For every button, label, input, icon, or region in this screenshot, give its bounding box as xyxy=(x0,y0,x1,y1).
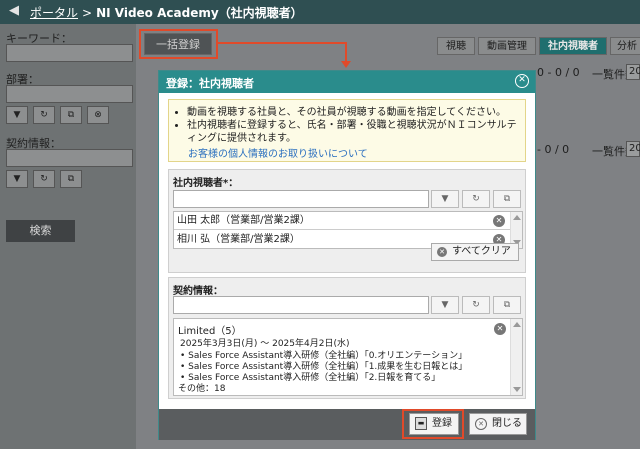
viewer-name: 山田 太郎（営業部/営業2課） xyxy=(177,215,310,226)
dialog-title: 登録：社内視聴者 xyxy=(166,77,254,90)
keyword-input[interactable] xyxy=(6,44,133,62)
viewer-search-input[interactable] xyxy=(173,190,429,208)
contract-plan: Limited（5） xyxy=(178,326,242,337)
close-button[interactable]: ✕ 閉じる xyxy=(469,413,527,435)
contract-panel: 契約情報： ▼ ↻ ⧉ Limited（5） ✕ 2025年3月3日(月) ～ … xyxy=(168,277,526,399)
viewer-list-item: 山田 太郎（営業部/営業2課） ✕ xyxy=(174,212,510,230)
pagination-range-top: 0 - 0 / 0 xyxy=(537,66,580,79)
viewers-panel: 社内視聴者*： ▼ ↻ ⧉ 山田 太郎（営業部/営業2課） ✕ 相川 弘（営業部… xyxy=(168,169,526,273)
clear-all-label: すべてクリア xyxy=(452,246,511,257)
notice-list: 動画を視聴する社員と、その社員が視聴する動画を指定してください。 社内視聴者に登… xyxy=(169,106,519,145)
contract-panel-label: 契約情報： xyxy=(173,286,223,297)
viewers-label: 社内視聴者*： xyxy=(173,178,239,189)
department-reset-icon[interactable]: ↻ xyxy=(33,106,55,124)
bulk-register-highlight xyxy=(139,29,218,59)
back-arrow-icon[interactable]: ◀ xyxy=(9,3,19,18)
dialog-header: 登録：社内視聴者 ✕ xyxy=(159,71,535,93)
contract-list-scrollbar[interactable] xyxy=(510,319,522,395)
top-bar: ◀ ポータル > NI Video Academy（社内視聴者） xyxy=(0,0,640,24)
dialog-footer: ▬ 登録 ✕ 閉じる xyxy=(159,409,535,440)
contract-reset-icon[interactable]: ↻ xyxy=(33,170,55,188)
close-circle-icon: ✕ xyxy=(475,418,487,430)
search-button[interactable]: 検索 xyxy=(6,220,75,242)
breadcrumb-current: NI Video Academy（社内視聴者） xyxy=(96,6,303,20)
tab-analysis[interactable]: 分析 xyxy=(610,37,640,55)
contract-list: Limited（5） ✕ 2025年3月3日(月) ～ 2025年4月2日(水)… xyxy=(173,318,523,396)
callout-arrow-head xyxy=(341,61,351,68)
tab-internal-viewers[interactable]: 社内視聴者 xyxy=(539,37,607,55)
contract-others: その他：18 xyxy=(178,384,226,394)
viewer-copy-icon[interactable]: ⧉ xyxy=(493,190,521,208)
tab-video-management[interactable]: 動画管理 xyxy=(478,37,536,55)
notice-box: 動画を視聴する社員と、その社員が視聴する動画を指定してください。 社内視聴者に登… xyxy=(168,99,526,162)
per-page-select-top[interactable]: 20 xyxy=(626,64,640,80)
notice-item: 社内視聴者に登録すると、氏名・部署・役職と視聴状況がＮＩコンサルティングに提供さ… xyxy=(187,119,519,145)
breadcrumb: ポータル > NI Video Academy（社内視聴者） xyxy=(30,4,303,21)
contract-search-input[interactable] xyxy=(173,296,429,314)
department-dropdown-icon[interactable]: ▼ xyxy=(6,106,28,124)
per-page-select-bottom[interactable]: 20 xyxy=(626,141,640,157)
register-viewer-dialog: 登録：社内視聴者 ✕ 動画を視聴する社員と、その社員が視聴する動画を指定してくだ… xyxy=(158,70,536,440)
notice-item: 動画を視聴する社員と、その社員が視聴する動画を指定してください。 xyxy=(187,106,519,119)
callout-arrow-line xyxy=(218,42,346,44)
breadcrumb-portal-link[interactable]: ポータル xyxy=(30,6,78,20)
privacy-policy-link[interactable]: お客様の個人情報のお取り扱いについて xyxy=(188,145,368,160)
pagination-range-bottom: - 0 / 0 xyxy=(537,143,570,156)
close-button-label: 閉じる xyxy=(492,418,522,429)
department-clear-icon[interactable]: ⊗ xyxy=(87,106,109,124)
clear-all-icon: ✕ xyxy=(437,247,447,257)
save-button-highlight xyxy=(402,409,464,439)
department-input[interactable] xyxy=(6,85,133,103)
department-copy-icon[interactable]: ⧉ xyxy=(60,106,82,124)
contract-reset-icon[interactable]: ↻ xyxy=(462,296,490,314)
viewer-reset-icon[interactable]: ↻ xyxy=(462,190,490,208)
viewer-name: 相川 弘（営業部/営業2課） xyxy=(177,234,300,245)
remove-contract-icon[interactable]: ✕ xyxy=(494,323,506,335)
contract-dropdown-icon[interactable]: ▼ xyxy=(431,296,459,314)
department-controls: ▼ ↻ ⧉ ⊗ xyxy=(6,106,116,124)
contract-copy-icon[interactable]: ⧉ xyxy=(60,170,82,188)
viewer-dropdown-icon[interactable]: ▼ xyxy=(431,190,459,208)
breadcrumb-separator: > xyxy=(82,6,93,20)
contract-controls: ▼ ↻ ⧉ xyxy=(6,170,116,188)
tab-view[interactable]: 視聴 xyxy=(437,37,475,55)
clear-all-button[interactable]: ✕ すべてクリア xyxy=(431,243,519,261)
contract-dropdown-icon[interactable]: ▼ xyxy=(6,170,28,188)
remove-viewer-icon[interactable]: ✕ xyxy=(493,215,505,227)
search-sidebar: キーワード： 部署： ▼ ↻ ⧉ ⊗ 契約情報： ▼ ↻ ⧉ 検索 xyxy=(0,24,136,449)
close-icon[interactable]: ✕ xyxy=(515,74,529,88)
contract-input[interactable] xyxy=(6,149,133,167)
contract-copy-icon[interactable]: ⧉ xyxy=(493,296,521,314)
